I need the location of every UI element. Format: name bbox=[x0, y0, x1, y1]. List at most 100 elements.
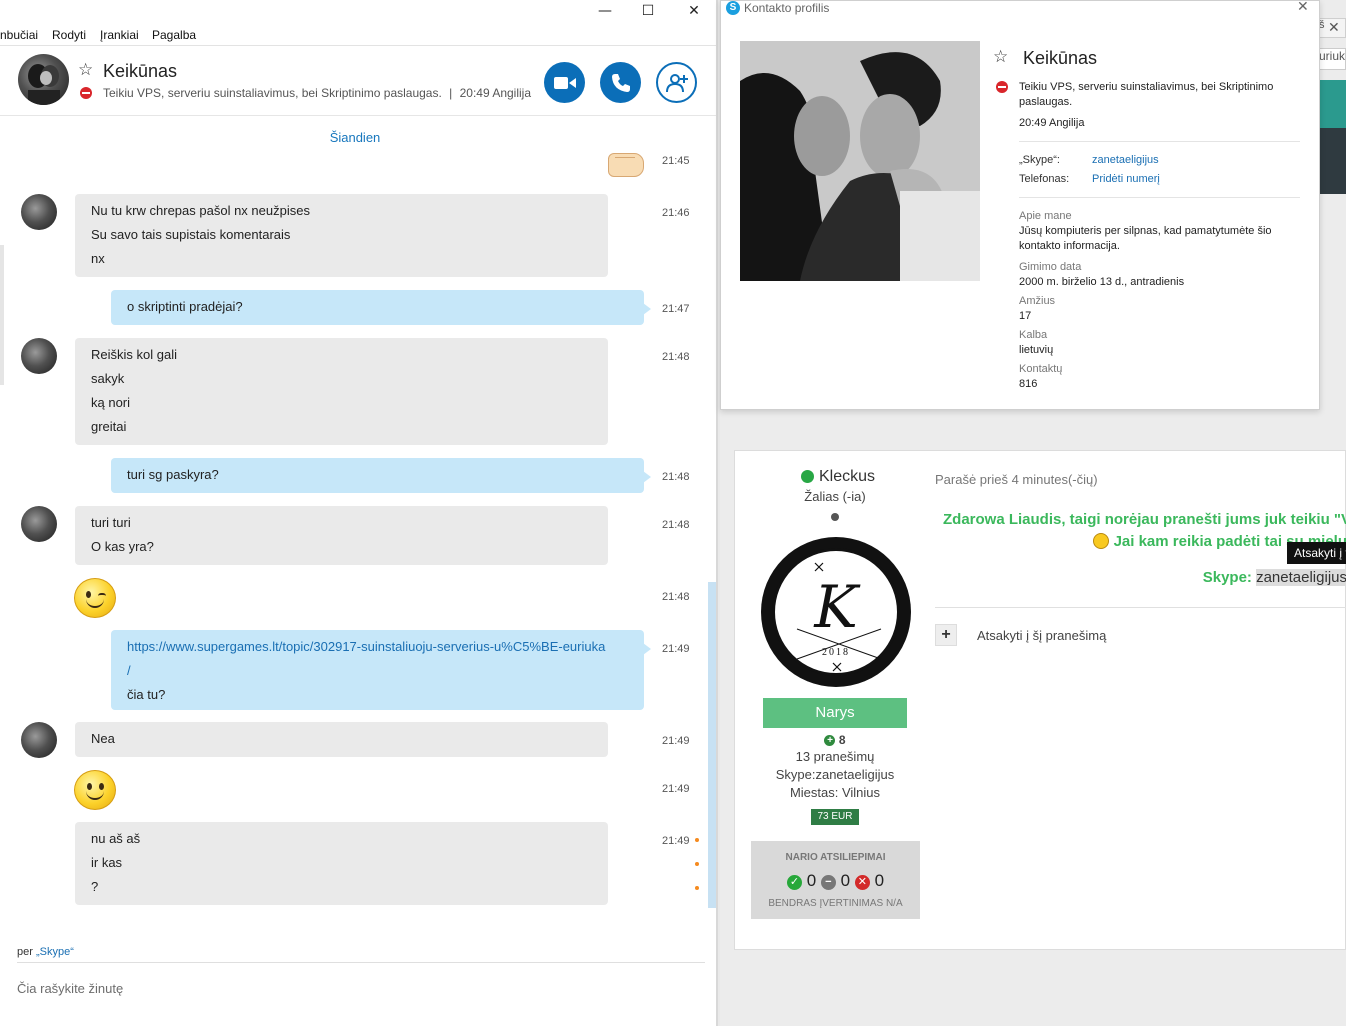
incoming-message[interactable]: Reiškis kol gali sakyk ką nori greitai bbox=[75, 338, 608, 445]
message-line: O kas yra? bbox=[91, 539, 154, 554]
money-badge: 73 EUR bbox=[811, 809, 859, 825]
author-city: Miestas: Vilnius bbox=[789, 785, 881, 800]
minus-circle-icon: − bbox=[820, 875, 836, 890]
sender-avatar[interactable] bbox=[21, 194, 57, 230]
menu-item-view[interactable]: Rodyti bbox=[52, 28, 86, 42]
add-people-button[interactable] bbox=[656, 62, 697, 103]
close-button[interactable]: ✕ bbox=[671, 0, 717, 22]
favorite-star-icon[interactable]: ☆ bbox=[993, 47, 1008, 67]
contact-status: Teikiu VPS, serveriu suinstaliavimus, be… bbox=[103, 86, 532, 100]
profile-photo bbox=[740, 41, 980, 281]
phone-label: Telefonas: bbox=[1019, 173, 1070, 185]
menu-item-help[interactable]: Pagalba bbox=[152, 28, 196, 42]
profile-name: Keikūnas bbox=[1023, 48, 1098, 68]
incoming-message[interactable]: Nea bbox=[75, 722, 608, 757]
menu-bar: nbučiai Rodyti Įrankiai Pagalba bbox=[0, 24, 716, 46]
message-compose-input[interactable]: Čia rašykite žinutę bbox=[17, 981, 123, 996]
age-label: Amžius bbox=[1019, 295, 1056, 307]
profile-window-title: Kontakto profilis bbox=[744, 1, 830, 15]
post-content: Zdarowa Liaudis, taigi norėjau pranešti … bbox=[943, 509, 1346, 589]
contact-avatar[interactable] bbox=[18, 54, 69, 105]
about-value: Jūsų kompiuteris per silpnas, kad pamaty… bbox=[1019, 225, 1272, 252]
language-value: lietuvių bbox=[1019, 344, 1054, 356]
author-avatar-badge[interactable]: K 2018 bbox=[761, 537, 911, 687]
wink-emoji-icon bbox=[1093, 533, 1110, 549]
sender-avatar[interactable] bbox=[21, 722, 57, 758]
reply-to-post-link[interactable]: Atsakyti į šį pranešimą bbox=[977, 628, 1106, 643]
birthday-label: Gimimo data bbox=[1019, 261, 1082, 273]
message-time: 21:47 bbox=[662, 303, 690, 315]
message-line: Nea bbox=[91, 731, 115, 746]
offline-dot-icon bbox=[831, 513, 839, 521]
smile-emoji-icon bbox=[74, 770, 116, 810]
fist-bump-icon bbox=[608, 153, 644, 177]
close-icon[interactable]: ✕ bbox=[1297, 0, 1309, 15]
compose-divider bbox=[17, 962, 705, 963]
profile-status-text: Teikiu VPS, serveriu suinstaliavimus, be… bbox=[1019, 81, 1274, 108]
badge-letter: K bbox=[814, 573, 858, 641]
check-circle-icon: ✓ bbox=[786, 875, 802, 890]
maximize-button[interactable]: ☐ bbox=[625, 0, 671, 22]
message-line: nu aš aš bbox=[91, 831, 141, 846]
sender-avatar[interactable] bbox=[21, 338, 57, 374]
via-skype-label: per „Skype“ bbox=[17, 946, 74, 958]
outgoing-message[interactable]: o skriptinti pradėjai? bbox=[111, 290, 651, 325]
chat-header: ☆ Keikūnas Teikiu VPS, serveriu suinstal… bbox=[0, 46, 716, 116]
phone-icon bbox=[611, 73, 630, 92]
header-banner-fragment bbox=[1318, 80, 1346, 128]
post-author-name[interactable]: Kleckus bbox=[819, 468, 875, 486]
skype-name-value[interactable]: zanetaeligijus bbox=[1092, 154, 1159, 166]
post-skype-line: Skype: zanetaeligijus bbox=[1202, 569, 1346, 586]
close-icon[interactable]: ✕ bbox=[1328, 20, 1340, 36]
minimize-button[interactable]: — bbox=[582, 0, 628, 22]
outgoing-message[interactable]: turi sg paskyra? bbox=[111, 458, 651, 493]
online-status-icon bbox=[801, 470, 814, 483]
local-time: 20:49 Angilija bbox=[459, 86, 532, 100]
feedback-title: NARIO ATSILIEPIMAI bbox=[785, 852, 886, 863]
plus-icon: + bbox=[824, 735, 836, 747]
video-call-button[interactable] bbox=[544, 62, 585, 103]
outgoing-message[interactable]: https://www.supergames.lt/topic/302917-s… bbox=[111, 630, 651, 710]
forum-post: Kleckus Žalias (-ia) K 2018 Narys + 8 13… bbox=[734, 450, 1346, 950]
post-timestamp: Parašė prieš 4 minutes(-čių) bbox=[935, 472, 1098, 487]
contact-profile-window: S Kontakto profilis ✕ ☆ Keikūnas Teikiu … bbox=[720, 0, 1320, 410]
message-time: 21:49 bbox=[662, 835, 690, 847]
incoming-message[interactable]: nu aš aš ir kas ? bbox=[75, 822, 608, 905]
nav-bar-fragment bbox=[1318, 128, 1346, 194]
message-line: ką nori bbox=[91, 395, 131, 410]
message-line: Nu tu krw chrepas pašol nx neužpises bbox=[91, 203, 310, 218]
message-time: 21:48 bbox=[662, 471, 690, 483]
message-link[interactable]: / bbox=[127, 663, 628, 687]
badge-year: 2018 bbox=[822, 647, 850, 658]
message-line: greitai bbox=[91, 419, 127, 434]
incoming-message[interactable]: turi turi O kas yra? bbox=[75, 506, 608, 565]
search-input-fragment[interactable]: uriuk bbox=[1318, 48, 1346, 70]
message-time: 21:49 bbox=[662, 735, 690, 747]
delivery-status-dot bbox=[695, 862, 699, 866]
via-skype-link[interactable]: „Skype“ bbox=[36, 946, 74, 958]
sender-avatar[interactable] bbox=[21, 506, 57, 542]
language-label: Kalba bbox=[1019, 329, 1048, 341]
menu-item-contacts[interactable]: nbučiai bbox=[0, 28, 38, 42]
favorite-star-icon[interactable]: ☆ bbox=[78, 60, 93, 80]
message-link[interactable]: https://www.supergames.lt/topic/302917-s… bbox=[127, 639, 628, 663]
age-value: 17 bbox=[1019, 310, 1032, 322]
message-line: čia tu? bbox=[127, 687, 166, 702]
author-post-count: 13 pranešimų bbox=[795, 749, 875, 764]
selected-text[interactable]: zanetaeligijus bbox=[1256, 569, 1346, 586]
reply-plus-button[interactable]: + bbox=[935, 624, 957, 646]
contact-name[interactable]: Keikūnas bbox=[103, 61, 177, 82]
delivery-status-dot bbox=[695, 838, 699, 842]
menu-item-tools[interactable]: Įrankiai bbox=[100, 28, 139, 42]
birthday-value: 2000 m. birželio 13 d., antradienis bbox=[1019, 276, 1185, 288]
date-separator: Šiandien bbox=[329, 130, 381, 145]
message-time: 21:48 bbox=[662, 591, 690, 603]
add-phone-link[interactable]: Pridėti numerį bbox=[1092, 173, 1160, 185]
post-divider bbox=[935, 607, 1346, 608]
chat-scrollbar-thumb[interactable] bbox=[708, 582, 716, 908]
audio-call-button[interactable] bbox=[600, 62, 641, 103]
incoming-message[interactable]: Nu tu krw chrepas pašol nx neužpises Su … bbox=[75, 194, 608, 277]
author-skype: Skype:zanetaeligijus bbox=[775, 767, 895, 782]
skype-logo-icon: S bbox=[726, 1, 740, 15]
delivery-status-dot bbox=[695, 886, 699, 890]
